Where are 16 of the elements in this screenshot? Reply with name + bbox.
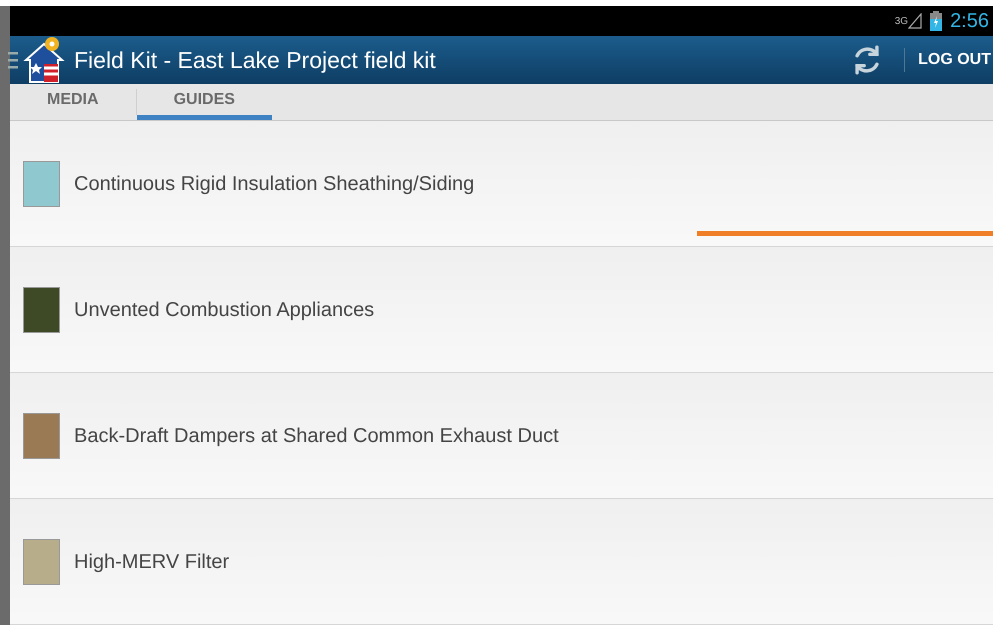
tab[interactable]: MEDIA <box>10 84 136 120</box>
guide-title: Unvented Combustion Appliances <box>74 298 374 322</box>
photo-placeholder <box>23 538 60 584</box>
battery-icon <box>930 11 942 31</box>
signal-icon <box>908 13 922 29</box>
clock: 2:56 <box>950 9 989 34</box>
guide-title: Back-Draft Dampers at Shared Common Exhaust Duct <box>74 424 559 448</box>
photo-placeholder <box>23 412 60 458</box>
app-title: Field Kit - East Lake Project field kit <box>74 46 436 75</box>
photo-placeholder <box>23 286 60 332</box>
photo-placeholder <box>23 160 60 206</box>
network-label: 3G <box>894 15 908 29</box>
menu-icon[interactable] <box>8 49 18 71</box>
guide-title: High-MERV Filter <box>74 550 230 574</box>
guide-title: Continuous Rigid Insulation Sheathing/Siding <box>74 172 474 196</box>
log-out-button[interactable]: LOG OUT <box>905 48 993 72</box>
